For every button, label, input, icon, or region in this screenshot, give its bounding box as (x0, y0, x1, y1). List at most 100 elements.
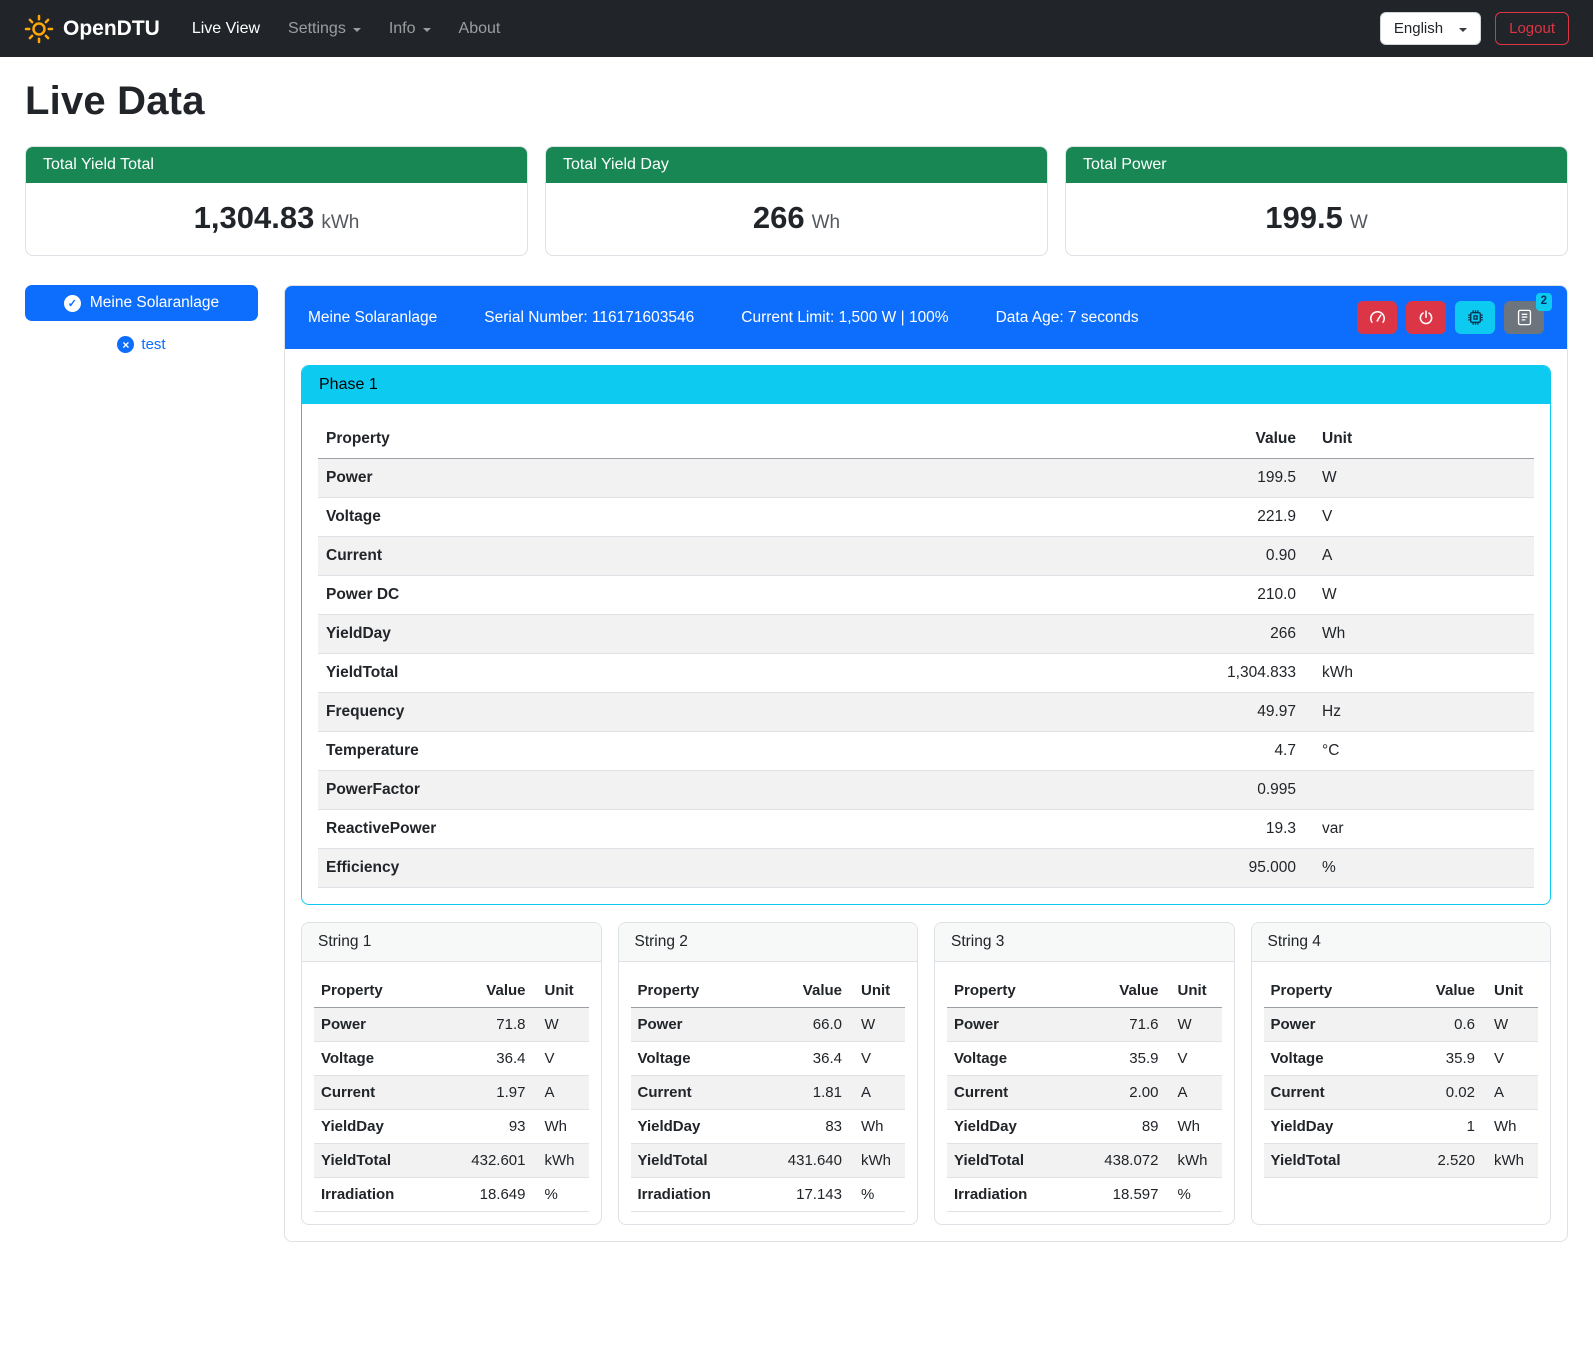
property-unit: W (1166, 1008, 1222, 1042)
property-name: Current (631, 1076, 766, 1110)
property-name: Voltage (314, 1042, 449, 1076)
property-value: 18.649 (449, 1178, 533, 1212)
property-name: YieldDay (631, 1110, 766, 1144)
table-row: YieldTotal 432.601 kWh (314, 1144, 589, 1178)
event-count-badge: 2 (1536, 293, 1552, 311)
nav-about[interactable]: About (445, 12, 515, 46)
property-unit: % (533, 1178, 589, 1212)
property-value: 1.97 (449, 1076, 533, 1110)
property-unit: W (1482, 1008, 1538, 1042)
property-value: 17.143 (765, 1178, 849, 1212)
phase-table: Property Value Unit Power 199.5 (318, 420, 1534, 888)
property-name: Voltage (1264, 1042, 1399, 1076)
x-circle-icon: × (117, 336, 134, 353)
total-yield-day-card: Total Yield Day 266Wh (545, 146, 1048, 256)
property-value: 266 (1174, 615, 1304, 654)
nav-live-view-label: Live View (192, 20, 260, 38)
column-property: Property (314, 974, 449, 1008)
table-row: Irradiation 18.649 % (314, 1178, 589, 1212)
property-name: Voltage (318, 498, 1174, 537)
table-row: Current 0.02 A (1264, 1076, 1539, 1110)
property-name: Power (318, 459, 1174, 498)
property-name: YieldDay (314, 1110, 449, 1144)
property-unit: % (1304, 849, 1534, 888)
column-property: Property (1264, 974, 1399, 1008)
phase-panel-title: Phase 1 (302, 366, 1550, 404)
column-value: Value (1174, 420, 1304, 459)
string-4-table: Property Value Unit Power 0.6 (1264, 974, 1539, 1178)
property-name: Irradiation (631, 1178, 766, 1212)
event-log-button[interactable]: 2 (1504, 301, 1544, 334)
property-unit: Wh (1166, 1110, 1222, 1144)
string-card-title: String 4 (1252, 923, 1551, 962)
inverter-limit: Current Limit: 1,500 W | 100% (741, 309, 948, 327)
property-name: Efficiency (318, 849, 1174, 888)
property-value: 1 (1398, 1110, 1482, 1144)
table-header-row: Property Value Unit (318, 420, 1534, 459)
table-header-row: Property Value Unit (947, 974, 1222, 1008)
sun-logo-icon (24, 14, 54, 44)
nav-settings[interactable]: Settings (274, 12, 375, 46)
column-unit: Unit (849, 974, 905, 1008)
table-row: YieldTotal 2.520 kWh (1264, 1144, 1539, 1178)
nav-info[interactable]: Info (375, 12, 445, 46)
property-value: 35.9 (1398, 1042, 1482, 1076)
inverter-select-button[interactable]: ✓ Meine Solaranlage (25, 285, 258, 321)
table-row: ReactivePower 19.3 var (318, 810, 1534, 849)
property-value: 431.640 (765, 1144, 849, 1178)
table-row: Temperature 4.7 °C (318, 732, 1534, 771)
brand[interactable]: OpenDTU (24, 14, 160, 44)
table-header-row: Property Value Unit (631, 974, 906, 1008)
device-info-button[interactable] (1455, 301, 1495, 334)
property-value: 71.6 (1082, 1008, 1166, 1042)
inverter-serial: Serial Number: 116171603546 (484, 309, 694, 327)
column-value: Value (449, 974, 533, 1008)
table-row: Voltage 35.9 V (1264, 1042, 1539, 1076)
table-row: Voltage 35.9 V (947, 1042, 1222, 1076)
column-value: Value (1082, 974, 1166, 1008)
property-unit: W (1304, 459, 1534, 498)
summary-card-unit: kWh (321, 212, 359, 233)
property-name: Power (631, 1008, 766, 1042)
property-value: 1,304.833 (1174, 654, 1304, 693)
summary-card-unit: Wh (812, 212, 841, 233)
inverter-test-label: test (141, 336, 165, 353)
table-row: Current 2.00 A (947, 1076, 1222, 1110)
language-select[interactable]: English (1380, 12, 1481, 45)
property-value: 0.90 (1174, 537, 1304, 576)
summary-card-unit: W (1350, 212, 1368, 233)
navbar: OpenDTU Live View Settings Info About En… (0, 0, 1593, 57)
property-unit: kWh (1304, 654, 1534, 693)
property-unit: A (1304, 537, 1534, 576)
limit-settings-button[interactable] (1357, 301, 1397, 334)
property-unit: V (1304, 498, 1534, 537)
inverter-sidebar: ✓ Meine Solaranlage × test (25, 285, 258, 353)
inverter-test-link[interactable]: × test (25, 336, 258, 353)
chevron-down-icon (423, 28, 431, 32)
property-value: 2.520 (1398, 1144, 1482, 1178)
string-1-table: Property Value Unit Power 71.8 (314, 974, 589, 1212)
summary-cards-row: Total Yield Total 1,304.83kWh Total Yiel… (25, 146, 1568, 256)
property-unit: % (1166, 1178, 1222, 1212)
property-name: YieldDay (947, 1110, 1082, 1144)
table-row: YieldTotal 1,304.833 kWh (318, 654, 1534, 693)
property-unit: % (849, 1178, 905, 1212)
nav-live-view[interactable]: Live View (178, 12, 274, 46)
property-unit: Wh (849, 1110, 905, 1144)
total-power-card: Total Power 199.5W (1065, 146, 1568, 256)
property-value: 199.5 (1174, 459, 1304, 498)
power-button[interactable] (1406, 301, 1446, 334)
inverter-data-age: Data Age: 7 seconds (996, 309, 1139, 327)
summary-card-title: Total Yield Day (546, 147, 1047, 183)
table-row: YieldTotal 431.640 kWh (631, 1144, 906, 1178)
property-name: Frequency (318, 693, 1174, 732)
logout-button[interactable]: Logout (1495, 12, 1569, 45)
property-unit: °C (1304, 732, 1534, 771)
property-value: 89 (1082, 1110, 1166, 1144)
table-row: Current 0.90 A (318, 537, 1534, 576)
property-unit: Wh (533, 1110, 589, 1144)
property-unit: A (849, 1076, 905, 1110)
table-row: Voltage 36.4 V (314, 1042, 589, 1076)
property-unit: A (1482, 1076, 1538, 1110)
column-property: Property (631, 974, 766, 1008)
